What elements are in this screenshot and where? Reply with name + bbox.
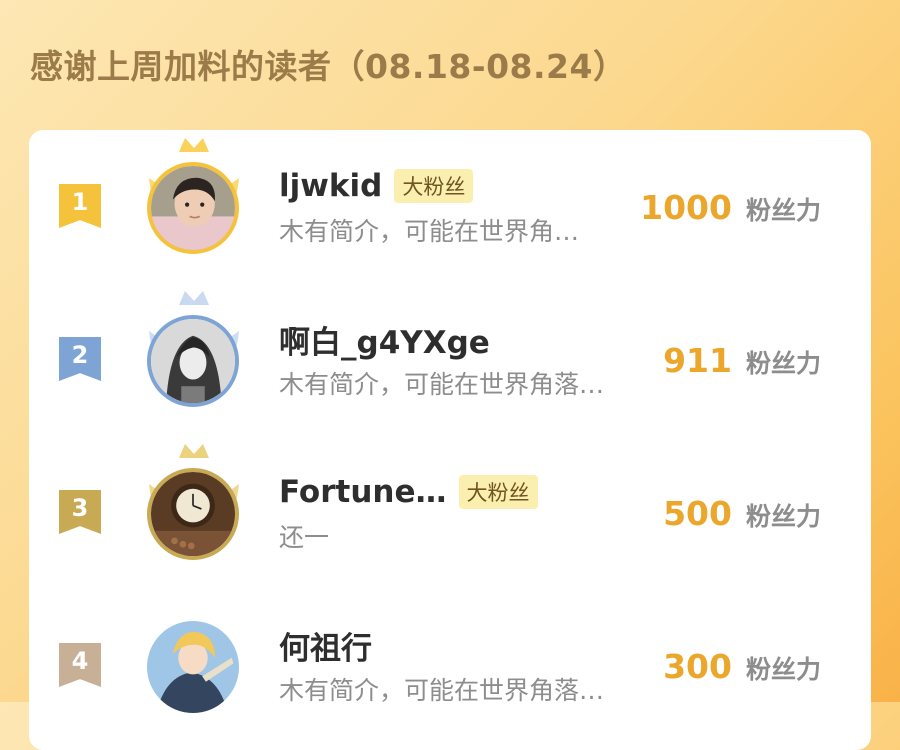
fan-score-unit: 粉丝力 <box>745 502 821 531</box>
fan-score: 500 粉丝力 <box>663 494 821 533</box>
fan-score-unit: 粉丝力 <box>745 655 821 684</box>
fan-score-unit: 粉丝力 <box>745 196 821 225</box>
rank-ribbon-4: 4 <box>59 643 101 687</box>
page-title: 感谢上周加料的读者（08.18-08.24） <box>30 47 627 86</box>
leaderboard-row-4[interactable]: 4 何祖行 木有简介，可能在世界角落… 300 粉丝力 <box>29 589 871 739</box>
avatar-child-photo[interactable] <box>147 162 239 254</box>
reader-name[interactable]: ljwkid <box>279 168 382 204</box>
rank-ribbon-bronze: 3 <box>59 490 101 534</box>
reader-bio: 木有简介，可能在世界角落… <box>279 370 605 399</box>
reader-name[interactable]: 何祖行 <box>279 623 372 668</box>
reader-name[interactable]: Fortune… <box>279 474 447 510</box>
fan-score: 911 粉丝力 <box>663 341 821 380</box>
rank-ribbon-silver: 2 <box>59 337 101 381</box>
fan-badge: 大粉丝 <box>458 475 538 509</box>
rank-ribbon-gold: 1 <box>59 184 101 228</box>
fan-score: 300 粉丝力 <box>663 647 821 686</box>
fan-score-value: 1000 <box>640 188 732 227</box>
reader-bio: 还一 <box>279 523 330 552</box>
reader-bio: 木有简介，可能在世界角… <box>279 217 580 246</box>
fan-score: 1000 粉丝力 <box>640 188 821 227</box>
leaderboard-row-3[interactable]: 3 Fortune… 大粉丝 还一 500 粉丝力 <box>29 436 871 586</box>
reader-name[interactable]: 啊白_g4YXge <box>279 317 490 362</box>
leaderboard-row-1[interactable]: 1 ljwkid 大粉丝 木有简介，可能在世界角… 1000 粉丝力 <box>29 130 871 280</box>
leaderboard-row-2[interactable]: 2 啊白_g4YXge 木有简介，可能在世界角落… 911 粉丝力 <box>29 283 871 433</box>
fan-badge: 大粉丝 <box>394 169 474 203</box>
avatar-clock-photo[interactable] <box>147 468 239 560</box>
avatar-anime-man-portrait[interactable] <box>147 315 239 407</box>
fan-score-value: 911 <box>663 341 732 380</box>
leaderboard-card: 1 ljwkid 大粉丝 木有简介，可能在世界角… 1000 粉丝力 2 啊白_… <box>29 130 871 750</box>
fan-score-value: 300 <box>663 647 732 686</box>
fan-score-unit: 粉丝力 <box>745 349 821 378</box>
fan-score-value: 500 <box>663 494 732 533</box>
avatar-anime-character[interactable] <box>147 621 239 713</box>
